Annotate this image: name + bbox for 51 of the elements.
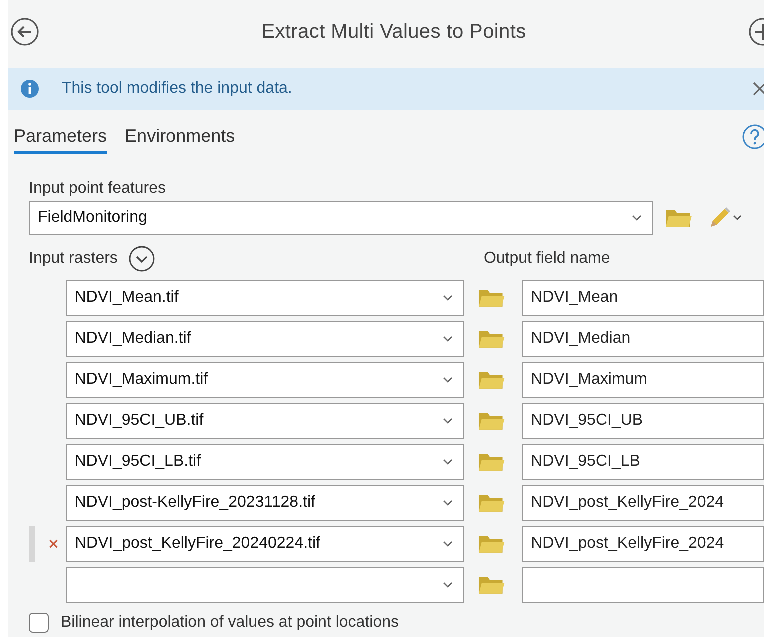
chevron-icon (443, 541, 454, 547)
chevron-icon (443, 500, 454, 506)
folder-icon[interactable] (478, 574, 506, 596)
chevron-icon (443, 418, 454, 424)
raster-dropdown[interactable] (66, 567, 464, 603)
folder-icon[interactable] (478, 533, 506, 555)
output-field-input[interactable]: NDVI_post_KellyFire_2024 (522, 485, 764, 521)
collapse-icon[interactable] (128, 245, 156, 273)
info-icon (20, 79, 40, 99)
chevron-icon (443, 377, 454, 383)
tool-title: Extract Multi Values to Points (260, 20, 528, 44)
folder-icon[interactable] (478, 410, 506, 432)
drag-handle[interactable] (29, 526, 35, 562)
back-icon[interactable] (10, 17, 40, 47)
chevron-icon (443, 295, 454, 301)
checkbox[interactable] (29, 613, 49, 633)
raster-dropdown[interactable]: NDVI_post-KellyFire_20231128.tif (66, 485, 464, 521)
field-label: Input point features (29, 180, 166, 197)
folder-icon[interactable] (478, 492, 506, 514)
checkbox-label: Bilinear interpolation of values at point locations (61, 614, 399, 632)
chevron-icon (443, 336, 454, 342)
output-field-input[interactable]: NDVI_Mean (522, 280, 764, 316)
folder-icon[interactable] (478, 287, 506, 309)
raster-dropdown[interactable]: NDVI_Maximum.tif (66, 362, 464, 398)
output-field-input[interactable]: NDVI_95CI_UB (522, 403, 764, 439)
folder-icon[interactable] (478, 369, 506, 391)
close-icon[interactable] (752, 81, 764, 97)
raster-dropdown[interactable]: NDVI_post_KellyFire_20240224.tif (66, 526, 464, 562)
chevron-icon (443, 582, 454, 588)
field-label: Input rasters (29, 250, 118, 268)
output-field-input[interactable] (522, 567, 764, 603)
tab[interactable]: Parameters (14, 126, 108, 154)
point-features-dropdown[interactable]: FieldMonitoring (29, 201, 653, 235)
raster-dropdown[interactable]: NDVI_Mean.tif (66, 280, 464, 316)
folder-icon[interactable] (478, 328, 506, 350)
raster-dropdown[interactable]: NDVI_95CI_LB.tif (66, 444, 464, 480)
tab[interactable]: Environments (125, 126, 236, 154)
output-field-input[interactable]: NDVI_post_KellyFire_2024 (522, 526, 764, 562)
remove-icon[interactable] (48, 538, 58, 550)
raster-dropdown[interactable]: NDVI_95CI_UB.tif (66, 403, 464, 439)
output-field-input[interactable]: NDVI_95CI_LB (522, 444, 764, 480)
output-field-input[interactable]: NDVI_Median (522, 321, 764, 357)
help-icon[interactable] (742, 124, 764, 150)
chevron-icon (443, 459, 454, 465)
output-field-input[interactable]: NDVI_Maximum (522, 362, 764, 398)
raster-dropdown[interactable]: NDVI_Median.tif (66, 321, 464, 357)
folder-icon[interactable] (478, 451, 506, 473)
folder-icon[interactable] (665, 207, 693, 229)
column-label: Output field name (484, 250, 610, 268)
info-message: This tool modifies the input data. (62, 80, 294, 98)
chevron-icon (632, 215, 642, 221)
